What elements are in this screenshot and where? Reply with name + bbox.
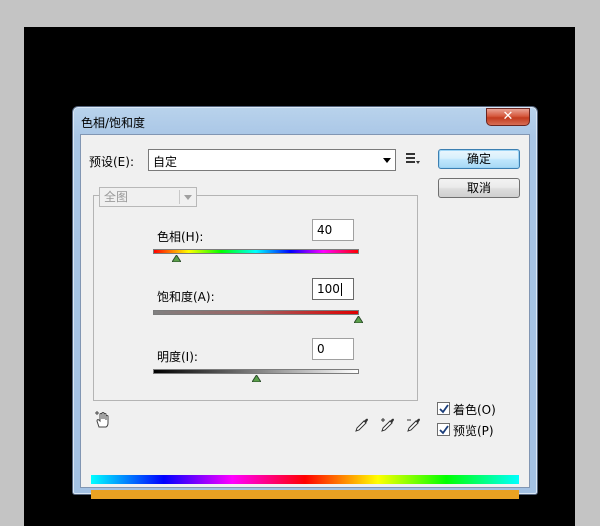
text-caret	[340, 283, 342, 296]
hue-input[interactable]: 40	[312, 219, 354, 241]
lightness-slider-thumb[interactable]	[252, 375, 261, 382]
chevron-down-icon	[383, 158, 391, 163]
ok-button[interactable]: 确定	[438, 149, 520, 169]
hue-saturation-dialog: 色相/饱和度 ✕ 预设(E): 自定 确定 取消 全图 色相(H): 40 饱和…	[72, 106, 538, 499]
saturation-input[interactable]: 100	[312, 278, 354, 300]
saturation-slider-thumb[interactable]	[354, 316, 363, 323]
preset-menu-icon[interactable]	[406, 152, 420, 166]
lightness-label: 明度(I):	[157, 350, 198, 364]
eyedropper-plus-icon[interactable]	[380, 415, 396, 433]
dialog-title: 色相/饱和度	[81, 116, 146, 130]
lightness-slider-track[interactable]	[153, 369, 359, 374]
dialog-client: 预设(E): 自定 确定 取消 全图 色相(H): 40 饱和度(A): 100	[80, 134, 530, 499]
saturation-label: 饱和度(A):	[157, 290, 215, 304]
preview-label[interactable]: 预览(P)	[453, 422, 494, 439]
close-icon: ✕	[502, 109, 514, 124]
title-bar[interactable]: 色相/饱和度 ✕	[73, 107, 537, 133]
hue-slider-thumb[interactable]	[172, 255, 181, 262]
output-spectrum-bar	[91, 490, 519, 499]
preview-checkbox[interactable]	[437, 423, 450, 436]
chevron-down-icon	[184, 195, 192, 200]
targeted-adjustment-hand-icon[interactable]	[94, 411, 112, 429]
preset-label: 预设(E):	[89, 155, 134, 169]
close-button[interactable]: ✕	[486, 108, 530, 126]
hue-slider-track[interactable]	[153, 249, 359, 254]
saturation-slider-track[interactable]	[153, 310, 359, 315]
hue-label: 色相(H):	[157, 230, 204, 244]
input-spectrum-bar	[91, 475, 519, 484]
channel-select[interactable]: 全图	[99, 187, 197, 207]
eyedropper-icon[interactable]	[354, 415, 370, 433]
preset-select[interactable]: 自定	[148, 149, 396, 171]
lightness-input[interactable]: 0	[312, 338, 354, 360]
colorize-label[interactable]: 着色(O)	[453, 401, 496, 418]
eyedropper-minus-icon[interactable]	[406, 415, 422, 433]
cancel-button[interactable]: 取消	[438, 178, 520, 198]
channel-value: 全图	[104, 190, 129, 204]
colorize-checkbox[interactable]	[437, 402, 450, 415]
preset-value: 自定	[153, 155, 178, 169]
